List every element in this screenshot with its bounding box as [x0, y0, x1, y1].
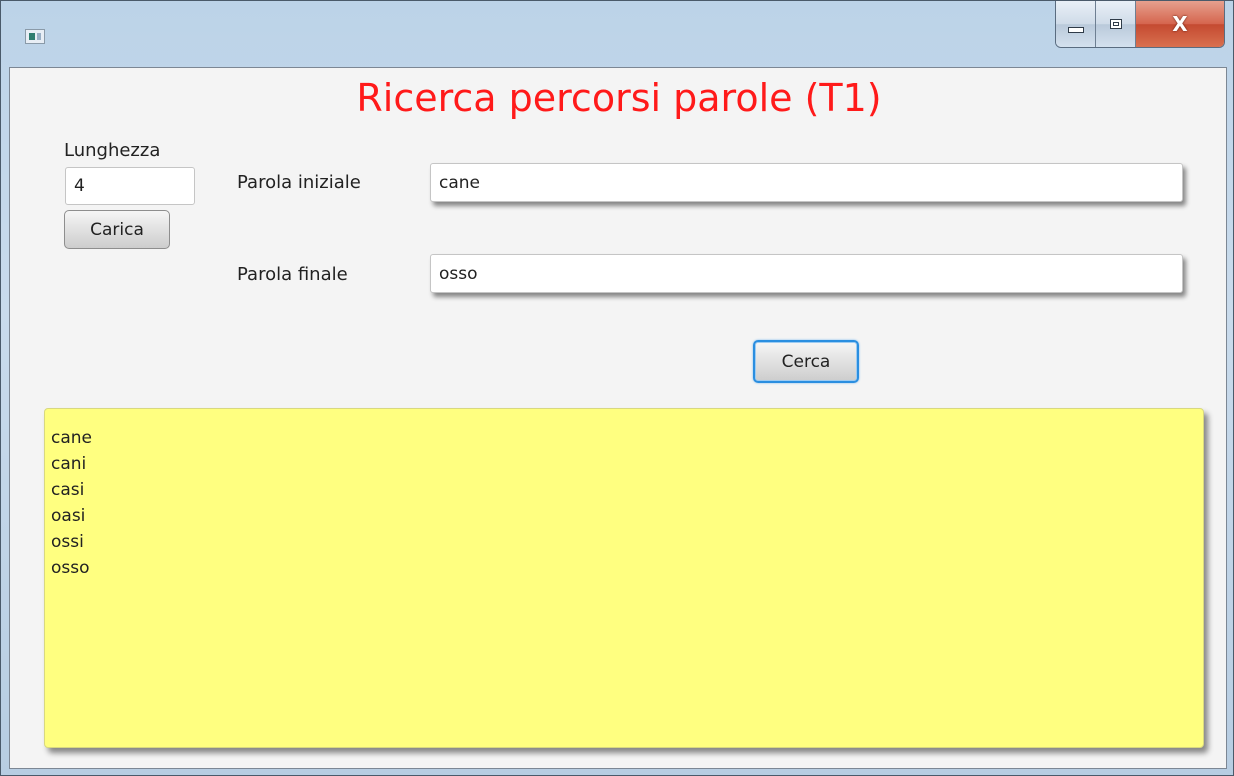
end-word-input[interactable]: [430, 254, 1183, 293]
result-line: ossi: [51, 532, 84, 552]
page-title: Ricerca percorsi parole (T1): [356, 76, 882, 120]
length-label: Lunghezza: [64, 140, 161, 161]
title-bar[interactable]: X: [1, 1, 1234, 67]
end-word-label: Parola finale: [237, 264, 348, 285]
window-controls: X: [1055, 1, 1225, 48]
result-line: casi: [51, 480, 85, 500]
close-icon: X: [1172, 12, 1188, 36]
length-input[interactable]: [65, 167, 195, 205]
client-area: Ricerca percorsi parole (T1) Lunghezza C…: [9, 67, 1227, 769]
minimize-icon: [1067, 27, 1084, 33]
maximize-icon: [1109, 19, 1122, 29]
app-icon[interactable]: [25, 29, 45, 44]
start-word-input[interactable]: [430, 163, 1183, 202]
start-word-label: Parola iniziale: [237, 172, 361, 193]
minimize-button[interactable]: [1056, 1, 1096, 47]
load-button[interactable]: Carica: [64, 210, 170, 249]
result-line: osso: [51, 558, 90, 578]
close-button[interactable]: X: [1136, 1, 1224, 47]
result-line: oasi: [51, 506, 86, 526]
result-line: cane: [51, 428, 92, 448]
app-window: X Ricerca percorsi parole (T1) Lunghezza…: [0, 0, 1234, 776]
maximize-button[interactable]: [1096, 1, 1136, 47]
result-line: cani: [51, 454, 87, 474]
results-text-area[interactable]: cane cani casi oasi ossi osso: [44, 408, 1204, 748]
search-button[interactable]: Cerca: [753, 340, 859, 383]
